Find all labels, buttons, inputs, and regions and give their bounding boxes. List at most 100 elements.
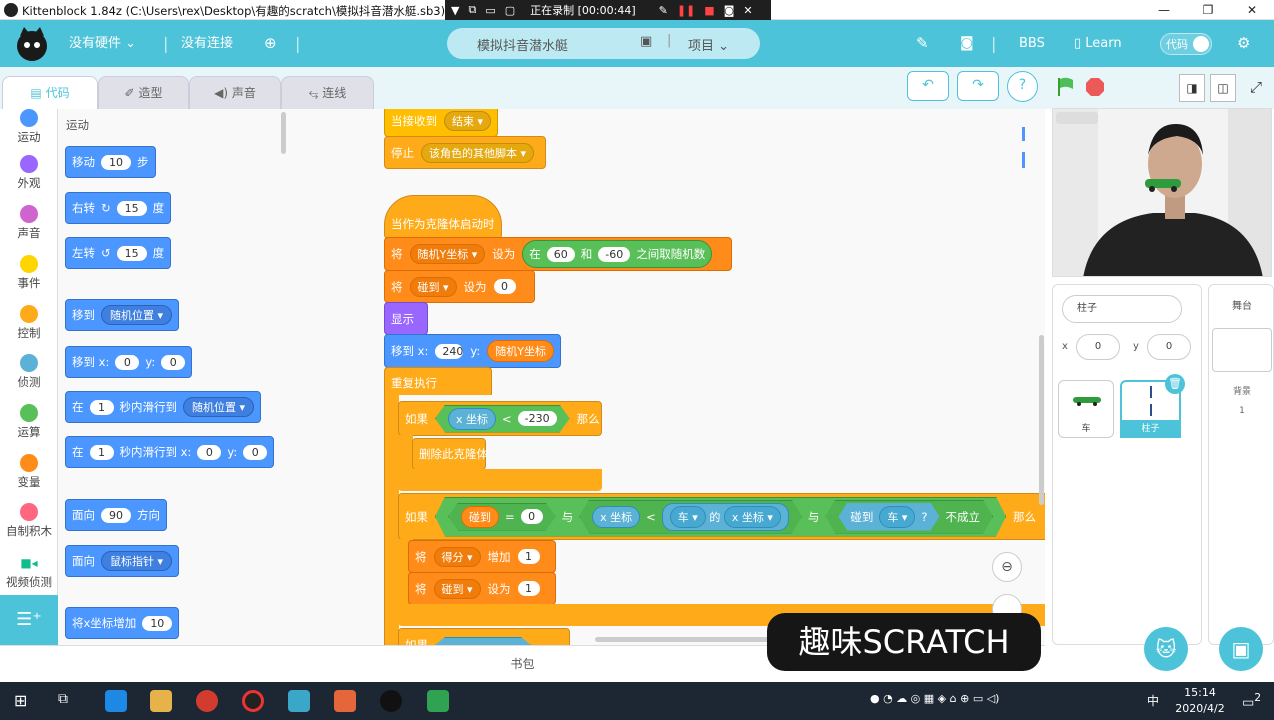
towards-dropdown[interactable]: 鼠标指针 ▾	[101, 551, 173, 571]
camera-icon[interactable]: ◙	[960, 20, 974, 67]
goto-xy-script-block[interactable]: 移到 x: 240 y: 随机Y坐标	[384, 334, 561, 368]
pause-icon[interactable]: ❚❚	[677, 4, 695, 17]
small-stage-button[interactable]: ◨	[1179, 74, 1205, 102]
category-looks[interactable]: 外观	[0, 155, 58, 191]
seconds-input[interactable]: 1	[89, 444, 114, 460]
notification-icon[interactable]: ▭2	[1242, 691, 1261, 710]
delete-clone-block[interactable]: 删除此克隆体	[412, 438, 488, 470]
sprite-thumb-car[interactable]: 车	[1058, 380, 1114, 438]
green-flag-icon[interactable]	[1055, 76, 1077, 98]
maximize-button[interactable]: ❐	[1186, 0, 1230, 20]
minimize-button[interactable]: —	[1142, 0, 1186, 20]
degrees-input[interactable]: 15	[116, 245, 147, 261]
x-position-reporter[interactable]: x 坐标	[592, 506, 640, 528]
category-events[interactable]: 事件	[0, 255, 58, 291]
script-vertical-scrollbar[interactable]	[1039, 335, 1044, 505]
less-than-operator[interactable]: x 坐标 < 车 ▾ 的 x 坐标 ▾	[579, 500, 802, 534]
point-towards-block[interactable]: 面向 鼠标指针 ▾	[65, 545, 180, 577]
chrome-icon[interactable]	[196, 690, 218, 712]
tab-sounds[interactable]: ◀) 声音	[189, 76, 281, 109]
app-icon[interactable]	[288, 690, 310, 712]
stage-canvas[interactable]	[1052, 108, 1272, 277]
if-block-partial[interactable]: 如果	[398, 628, 570, 645]
y-input[interactable]: 0	[161, 354, 186, 370]
project-name[interactable]: 模拟抖音潜水艇	[477, 35, 568, 54]
less-than-operator[interactable]: x 坐标 < -230	[435, 405, 570, 433]
stop-dropdown[interactable]: 该角色的其他脚本 ▾	[421, 142, 535, 163]
goto-xy-block[interactable]: 移到 x: 0 y: 0	[65, 346, 193, 378]
add-extension-button[interactable]: ☰⁺	[0, 595, 58, 645]
tab-code[interactable]: ▤ 代码	[2, 76, 98, 109]
stop-icon[interactable]: ■	[704, 4, 714, 17]
sprite-property-reporter[interactable]: 车 ▾ 的 x 坐标 ▾	[662, 503, 789, 531]
sprite-name-field[interactable]: 柱子	[1062, 295, 1182, 323]
connection-menu[interactable]: 没有连接	[181, 20, 233, 67]
change-score-block[interactable]: 将得分 ▾ 增加 1	[408, 540, 556, 573]
value-input[interactable]: 1	[517, 581, 540, 596]
hardware-menu[interactable]: 没有硬件 ⌄	[69, 20, 136, 67]
change-x-block[interactable]: 将x坐标增加 10	[65, 607, 180, 639]
glide-block[interactable]: 在 1 秒内滑行到 随机位置 ▾	[65, 391, 262, 423]
category-my-blocks[interactable]: 自制积木	[0, 503, 58, 539]
delete-sprite-icon[interactable]: 🗑	[1165, 374, 1185, 394]
presentation-app-icon[interactable]	[334, 690, 356, 712]
min-input[interactable]: 60	[546, 246, 575, 262]
touching-block[interactable]: 碰到车 ▾?	[838, 503, 939, 531]
not-operator[interactable]: 碰到车 ▾? 不成立	[825, 500, 993, 534]
screen-icon[interactable]: ▢	[505, 4, 515, 17]
point-direction-block[interactable]: 面向 90 方向	[65, 499, 167, 531]
record-close-icon[interactable]: ✕	[743, 4, 752, 17]
sprite-dropdown[interactable]: 车 ▾	[670, 506, 706, 528]
category-variables[interactable]: 变量	[0, 454, 58, 490]
windows-start-icon[interactable]: ⊞	[14, 691, 32, 710]
recorder-app-icon[interactable]	[242, 690, 264, 712]
minimize-icon[interactable]: ▭	[485, 4, 495, 17]
gear-icon[interactable]: ⚙	[1237, 20, 1250, 67]
stop-block[interactable]: 停止 该角色的其他脚本 ▾	[384, 136, 546, 169]
set-hit-again-block[interactable]: 将碰到 ▾ 设为 1	[408, 572, 556, 605]
condition-slot[interactable]	[435, 637, 531, 645]
sprite-y-field[interactable]: 0	[1147, 334, 1191, 360]
zoom-out-icon[interactable]: ⊖	[992, 552, 1022, 582]
ime-indicator[interactable]: 中	[1147, 692, 1159, 709]
turn-right-block[interactable]: 右转 ↻ 15 度	[65, 192, 172, 224]
sprite-thumb-pillar[interactable]: 柱子 🗑	[1120, 374, 1185, 438]
property-dropdown[interactable]: x 坐标 ▾	[724, 506, 781, 528]
tab-costumes[interactable]: ✐ 造型	[98, 76, 189, 109]
restore-icon[interactable]: ⧉	[468, 3, 476, 17]
palette-scrollbar[interactable]	[281, 112, 286, 154]
goto-block[interactable]: 移到 随机位置 ▾	[65, 299, 180, 331]
goto-dropdown[interactable]: 随机位置 ▾	[101, 305, 173, 325]
forever-block[interactable]: 重复执行	[384, 367, 492, 395]
spreadsheet-app-icon[interactable]	[427, 690, 449, 712]
sprite-x-field[interactable]: 0	[1076, 334, 1120, 360]
category-sensing[interactable]: 侦测	[0, 354, 58, 390]
category-control[interactable]: 控制	[0, 305, 58, 341]
system-clock[interactable]: 15:14 2020/4/2	[1170, 685, 1230, 717]
value-input[interactable]: 0	[493, 279, 516, 294]
value-input[interactable]: 1	[517, 549, 540, 564]
turn-left-block[interactable]: 左转 ↺ 15 度	[65, 237, 172, 269]
x-input[interactable]: 0	[197, 444, 222, 460]
category-motion[interactable]: 运动	[0, 109, 58, 145]
change-x-input[interactable]: 10	[142, 615, 173, 631]
steps-input[interactable]: 10	[101, 154, 131, 170]
large-stage-button[interactable]: ◫	[1210, 74, 1236, 102]
variable-dropdown[interactable]: 碰到 ▾	[409, 276, 457, 297]
camera-icon[interactable]: ◙	[724, 4, 735, 17]
variable-dropdown[interactable]: 随机Y坐标 ▾	[409, 244, 486, 264]
direction-input[interactable]: 90	[101, 507, 131, 523]
learn-link[interactable]: ▯ Learn	[1074, 20, 1122, 67]
glide-dropdown[interactable]: 随机位置 ▾	[183, 397, 255, 417]
y-input[interactable]: 0	[243, 444, 268, 460]
if-x-less-block[interactable]: 如果 x 坐标 < -230 那么	[398, 401, 602, 436]
set-random-y-block[interactable]: 将随机Y坐标 ▾ 设为 在 60 和 -60 之间取随机数	[384, 237, 732, 271]
add-sprite-button[interactable]: 🐱	[1144, 627, 1188, 671]
bbs-link[interactable]: BBS	[1019, 20, 1045, 67]
degrees-input[interactable]: 15	[116, 200, 147, 216]
random-y-reporter[interactable]: 随机Y坐标	[487, 340, 554, 362]
when-receive-block[interactable]: 当接收到 结束 ▾	[384, 109, 498, 137]
category-video-sensing[interactable]: ■◂ 视频侦测	[0, 554, 58, 590]
compare-input[interactable]: 0	[521, 509, 543, 524]
fullscreen-icon[interactable]: ⤢	[1243, 74, 1269, 102]
